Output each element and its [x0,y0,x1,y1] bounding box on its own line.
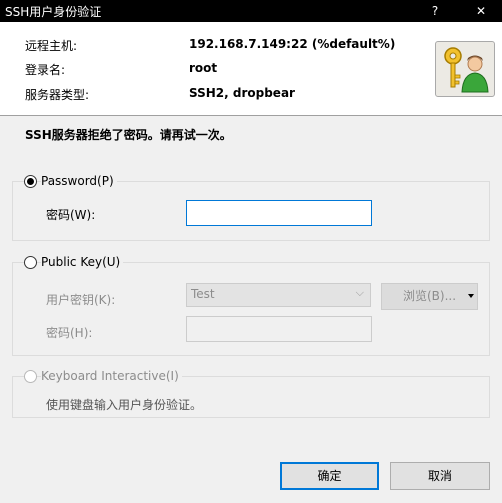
user-key-value: Test [191,287,215,301]
login-name-value: root [189,61,218,75]
title-bar: SSH用户身份验证 ? ✕ [0,0,502,22]
remote-host-value: 192.168.7.149:22 (%default%) [189,37,396,51]
passphrase-input[interactable] [186,316,372,342]
user-key-label: 用户密钥(K): [46,293,116,307]
password-field-label: 密码(W): [46,208,96,222]
cancel-button[interactable]: 取消 [390,462,490,490]
help-button[interactable]: ? [422,0,448,22]
header-separator [0,115,502,116]
connection-info-panel: 远程主机: 192.168.7.149:22 (%default%) 登录名: … [0,22,502,115]
browse-button-label: 浏览(B)... [402,289,457,303]
ok-button[interactable]: 确定 [280,462,379,490]
login-name-label: 登录名: [25,63,66,77]
server-type-label: 服务器类型: [25,88,90,102]
user-key-select[interactable]: Test ⌵ [186,283,371,307]
keyboard-interactive-radio[interactable] [24,370,37,383]
public-key-radio[interactable] [24,256,37,269]
server-type-value: SSH2, dropbear [189,86,295,100]
public-key-radio-label[interactable]: Public Key(U) [41,255,124,269]
browse-button[interactable]: 浏览(B)... [381,283,478,310]
chevron-down-icon: ⌵ [355,286,364,299]
window-title: SSH用户身份验证 [5,5,102,19]
passphrase-label: 密码(H): [46,326,93,340]
keyboard-interactive-hint: 使用键盘输入用户身份验证。 [46,398,203,412]
close-button[interactable]: ✕ [468,0,494,22]
keyboard-interactive-radio-label[interactable]: Keyboard Interactive(I) [41,369,182,383]
remote-host-label: 远程主机: [25,39,78,53]
dropdown-arrow-icon [468,294,474,298]
password-input[interactable] [186,200,372,226]
key-user-icon [435,41,495,97]
password-radio[interactable] [24,175,37,188]
password-radio-label[interactable]: Password(P) [41,174,117,188]
error-message: SSH服务器拒绝了密码。请再试一次。 [25,128,232,142]
